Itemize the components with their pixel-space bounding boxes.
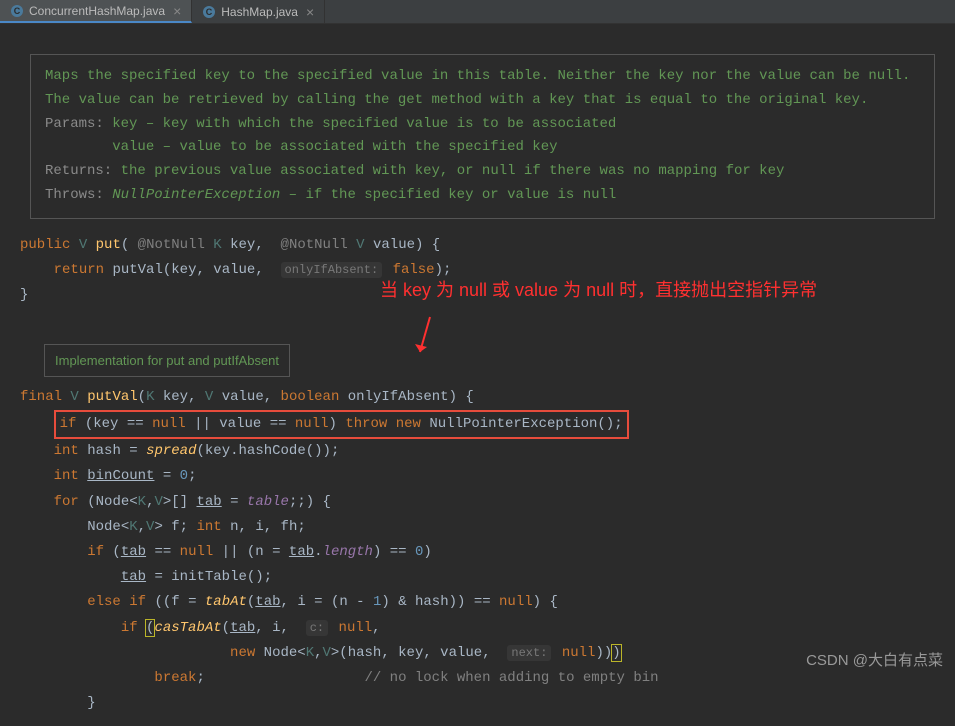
close-icon[interactable]: × xyxy=(173,3,181,19)
code-line: Node<K,V> f; int n, i, fh; xyxy=(20,515,935,540)
code-line: for (Node<K,V>[] tab = table;;) { xyxy=(20,490,935,515)
code-editor[interactable]: Maps the specified key to the specified … xyxy=(0,24,955,726)
code-line: if (tab == null || (n = tab.length) == 0… xyxy=(20,540,935,565)
doc-params: Params: key – key with which the specifi… xyxy=(45,113,920,161)
code-line: else if ((f = tabAt(tab, i = (n - 1) & h… xyxy=(20,590,935,615)
doc-throws: Throws: NullPointerException – if the sp… xyxy=(45,184,920,208)
javadoc-block: Maps the specified key to the specified … xyxy=(30,54,935,219)
code-line: if (casTabAt(tab, i, c: null, xyxy=(20,616,935,641)
tab-concurrenthashmap[interactable]: C ConcurrentHashMap.java × xyxy=(0,0,192,23)
close-icon[interactable]: × xyxy=(306,4,314,20)
java-class-icon: C xyxy=(10,4,24,18)
code-line-highlighted: if (key == null || value == null) throw … xyxy=(20,410,935,439)
code-line: } xyxy=(20,691,935,716)
tab-label: ConcurrentHashMap.java xyxy=(29,4,165,18)
code-line: break; // no lock when adding to empty b… xyxy=(20,666,935,691)
watermark: CSDN @大白有点菜 xyxy=(806,649,943,670)
java-class-icon: C xyxy=(202,5,216,19)
arrow-icon xyxy=(415,312,445,362)
implementation-label: Implementation for put and putIfAbsent xyxy=(44,344,290,377)
doc-summary: Maps the specified key to the specified … xyxy=(45,65,920,89)
doc-description: The value can be retrieved by calling th… xyxy=(45,89,920,113)
code-line: int hash = spread(key.hashCode()); xyxy=(20,439,935,464)
svg-text:C: C xyxy=(206,7,213,17)
code-line: new Node<K,V>(hash, key, value, next: nu… xyxy=(20,641,935,666)
code-line: int binCount = 0; xyxy=(20,464,935,489)
doc-returns: Returns: the previous value associated w… xyxy=(45,160,920,184)
editor-tabs: C ConcurrentHashMap.java × C HashMap.jav… xyxy=(0,0,955,24)
svg-text:C: C xyxy=(14,6,21,16)
code-line: public V put( @NotNull K key, @NotNull V… xyxy=(20,233,935,258)
code-line: final V putVal(K key, V value, boolean o… xyxy=(20,385,935,410)
tab-label: HashMap.java xyxy=(221,5,298,19)
code-line: tab = initTable(); xyxy=(20,565,935,590)
annotation-comment: 当 key 为 null 或 value 为 null 时，直接抛出空指针异常 xyxy=(380,274,817,306)
tab-hashmap[interactable]: C HashMap.java × xyxy=(192,0,325,23)
